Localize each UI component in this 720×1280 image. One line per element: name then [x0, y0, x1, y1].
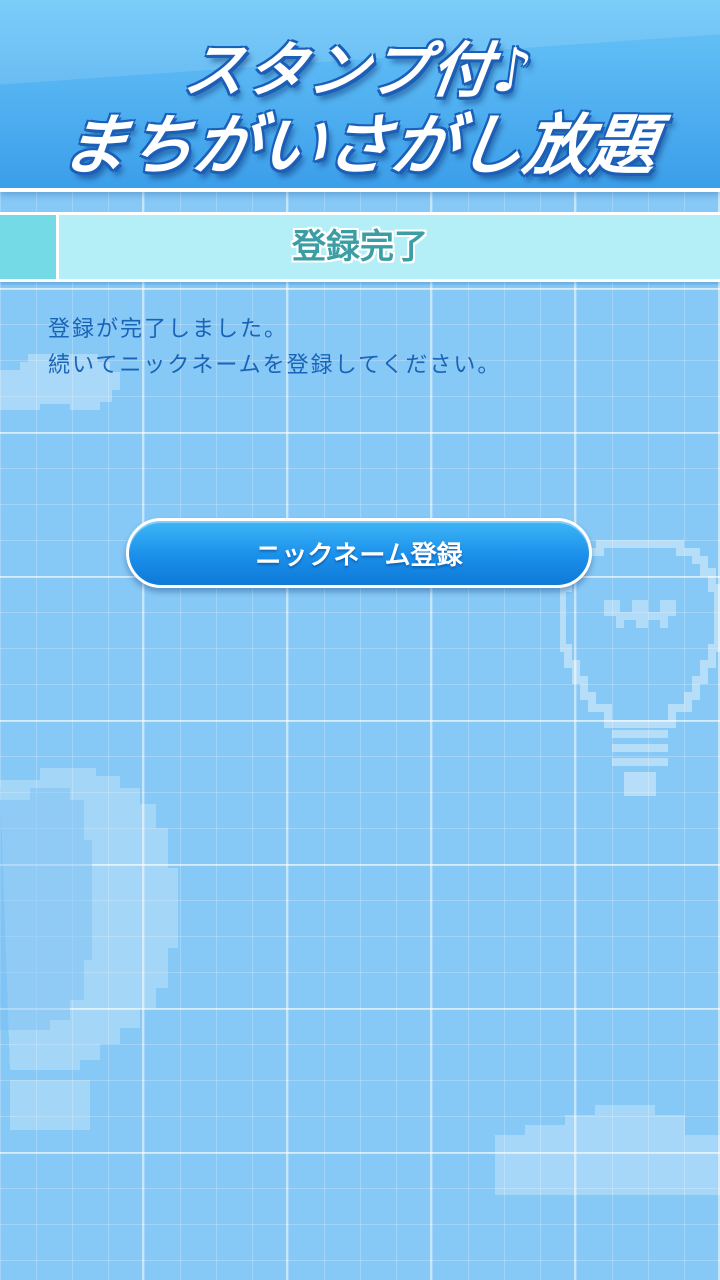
lightbulb-icon	[560, 540, 720, 800]
register-nickname-button[interactable]: ニックネーム登録	[126, 518, 592, 588]
hot-air-balloon-icon	[0, 760, 210, 1160]
section-banner: 登録完了	[0, 212, 720, 282]
cloud-icon	[495, 1095, 720, 1205]
logo-line-2: まちがいさがし放題	[56, 107, 662, 184]
completion-message: 登録が完了しました。 続いてニックネームを登録してください。	[48, 312, 688, 384]
message-line-1: 登録が完了しました。	[48, 317, 289, 342]
message-line-2: 続いてニックネームを登録してください。	[48, 353, 502, 378]
page-title: 登録完了	[292, 227, 428, 267]
app-logo: スタンプ付♪ まちがいさがし放題	[0, 0, 720, 188]
app-header: スタンプ付♪ まちがいさがし放題	[0, 0, 720, 192]
